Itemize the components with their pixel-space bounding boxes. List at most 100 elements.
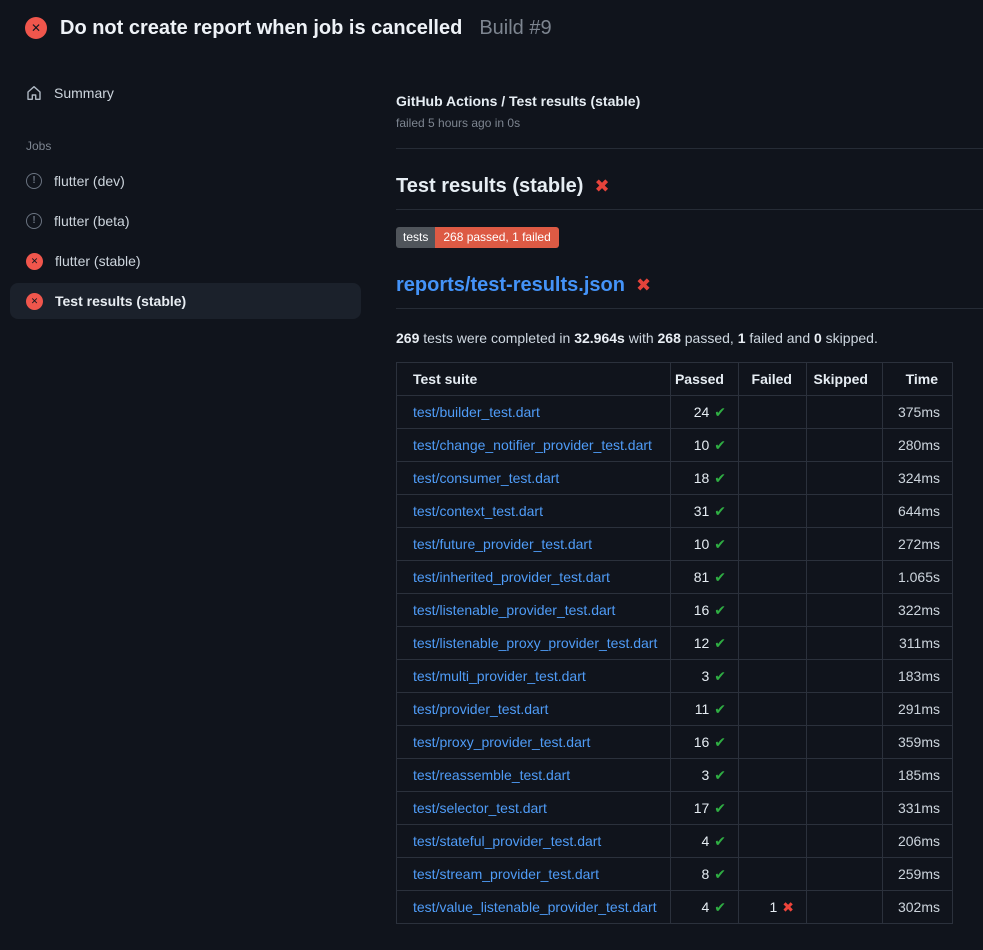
passed-cell: 10✔ — [671, 429, 739, 462]
time-cell: 331ms — [883, 792, 953, 825]
breadcrumb: GitHub Actions / Test results (stable) — [396, 93, 983, 109]
table-row: test/stream_provider_test.dart8✔259ms — [397, 858, 953, 891]
test-results-table: Test suitePassedFailedSkippedTime test/b… — [396, 362, 953, 924]
time-cell: 324ms — [883, 462, 953, 495]
test-suite-link[interactable]: test/listenable_provider_test.dart — [413, 602, 615, 618]
time-cell: 272ms — [883, 528, 953, 561]
summary-part: 32.964s — [574, 330, 625, 346]
skipped-cell — [807, 825, 883, 858]
skipped-cell — [807, 759, 883, 792]
failed-cell — [739, 396, 807, 429]
passed-cell: 10✔ — [671, 528, 739, 561]
cancelled-icon: ! — [26, 173, 42, 189]
sidebar-item-flutter-stable[interactable]: ✕flutter (stable) — [10, 243, 361, 279]
test-suite-link[interactable]: test/proxy_provider_test.dart — [413, 734, 590, 750]
passed-cell: 3✔ — [671, 660, 739, 693]
report-file-link[interactable]: reports/test-results.json — [396, 274, 625, 296]
section-title: Test results (stable) ✖ — [396, 175, 983, 210]
check-icon: ✔ — [714, 833, 726, 849]
passed-cell: 16✔ — [671, 594, 739, 627]
passed-cell: 18✔ — [671, 462, 739, 495]
test-suite-link[interactable]: test/selector_test.dart — [413, 800, 547, 816]
table-row: test/reassemble_test.dart 3✔ 185ms — [397, 759, 953, 792]
table-row: test/listenable_proxy_provider_test.dart… — [397, 627, 953, 660]
tests-badge: tests 268 passed, 1 failed — [396, 227, 559, 248]
passed-cell: 17✔ — [671, 792, 739, 825]
check-icon: ✔ — [714, 437, 726, 453]
passed-cell: 4✔ — [671, 891, 739, 924]
jobs-list: ! flutter (dev) !flutter (beta) ✕flutter (s… — [0, 163, 371, 319]
skipped-cell — [807, 792, 883, 825]
test-suite-link[interactable]: test/change_notifier_provider_test.dart — [413, 437, 652, 453]
failed-cell — [739, 693, 807, 726]
failed-cell — [739, 429, 807, 462]
time-cell: 359ms — [883, 726, 953, 759]
table-row: test/future_provider_test.dart 10✔ 272ms — [397, 528, 953, 561]
check-icon: ✔ — [714, 866, 726, 882]
time-cell: 322ms — [883, 594, 953, 627]
count-value: 10 — [694, 536, 710, 552]
failed-cell — [739, 858, 807, 891]
test-suite-link[interactable]: test/stream_provider_test.dart — [413, 866, 599, 882]
column-header-test-suite: Test suite — [397, 363, 671, 396]
table-row: test/multi_provider_test.dart3✔183ms — [397, 660, 953, 693]
passed-cell: 24✔ — [671, 396, 739, 429]
test-suite-link[interactable]: test/builder_test.dart — [413, 404, 540, 420]
count-value: 12 — [694, 635, 710, 651]
test-suite-link[interactable]: test/inherited_provider_test.dart — [413, 569, 610, 585]
build-header: ✕ Do not create report when job is cance… — [0, 0, 983, 56]
check-icon: ✔ — [714, 800, 726, 816]
test-suite-link[interactable]: test/future_provider_test.dart — [413, 536, 592, 552]
sidebar-item-label: Summary — [54, 85, 114, 101]
test-suite-link[interactable]: test/reassemble_test.dart — [413, 767, 570, 783]
build-number: Build #9 — [479, 17, 551, 40]
passed-cell: 3✔ — [671, 759, 739, 792]
jobs-section-label: Jobs — [0, 139, 371, 153]
skipped-cell — [807, 594, 883, 627]
time-cell: 291ms — [883, 693, 953, 726]
test-suite-link[interactable]: test/multi_provider_test.dart — [413, 668, 586, 684]
column-header-skipped: Skipped — [807, 363, 883, 396]
check-icon: ✔ — [714, 404, 726, 420]
time-cell: 206ms — [883, 825, 953, 858]
passed-cell: 11✔ — [671, 693, 739, 726]
page-title: Do not create report when job is cancell… — [60, 17, 462, 40]
count-value: 10 — [694, 437, 710, 453]
failed-cell: 1✖ — [739, 891, 807, 924]
sidebar-item-flutter-beta[interactable]: !flutter (beta) — [10, 203, 361, 239]
sidebar-item-test-results-stable[interactable]: ✕Test results (stable) — [10, 283, 361, 319]
count-value: 16 — [694, 734, 710, 750]
count-value: 24 — [694, 404, 710, 420]
test-suite-link[interactable]: test/listenable_proxy_provider_test.dart — [413, 635, 657, 651]
failed-cell — [739, 759, 807, 792]
summary-part: skipped. — [822, 330, 878, 346]
summary-part: with — [625, 330, 658, 346]
sidebar-item-flutter-dev[interactable]: ! flutter (dev) — [10, 163, 361, 199]
test-suite-link[interactable]: test/consumer_test.dart — [413, 470, 559, 486]
check-icon: ✔ — [714, 536, 726, 552]
test-suite-link[interactable]: test/context_test.dart — [413, 503, 543, 519]
check-icon: ✔ — [714, 470, 726, 486]
skipped-cell — [807, 627, 883, 660]
failed-icon: ✖ — [636, 276, 651, 294]
sidebar-item-label: flutter (dev) — [54, 173, 125, 189]
time-cell: 280ms — [883, 429, 953, 462]
test-suite-link[interactable]: test/stateful_provider_test.dart — [413, 833, 601, 849]
main-content: GitHub Actions / Test results (stable) f… — [371, 56, 983, 924]
summary-part: 268 — [658, 330, 681, 346]
count-value: 3 — [701, 668, 709, 684]
failed-cell — [739, 792, 807, 825]
test-suite-link[interactable]: test/value_listenable_provider_test.dart — [413, 899, 657, 915]
time-cell: 302ms — [883, 891, 953, 924]
sidebar-item-summary[interactable]: Summary — [10, 75, 361, 111]
check-icon: ✔ — [714, 899, 726, 915]
skipped-cell — [807, 462, 883, 495]
time-cell: 185ms — [883, 759, 953, 792]
skipped-cell — [807, 693, 883, 726]
badge-value: 268 passed, 1 failed — [435, 227, 558, 248]
table-row: test/stateful_provider_test.dart4✔206ms — [397, 825, 953, 858]
column-header-passed: Passed — [671, 363, 739, 396]
test-suite-link[interactable]: test/provider_test.dart — [413, 701, 548, 717]
passed-cell: 81✔ — [671, 561, 739, 594]
failed-cell — [739, 627, 807, 660]
